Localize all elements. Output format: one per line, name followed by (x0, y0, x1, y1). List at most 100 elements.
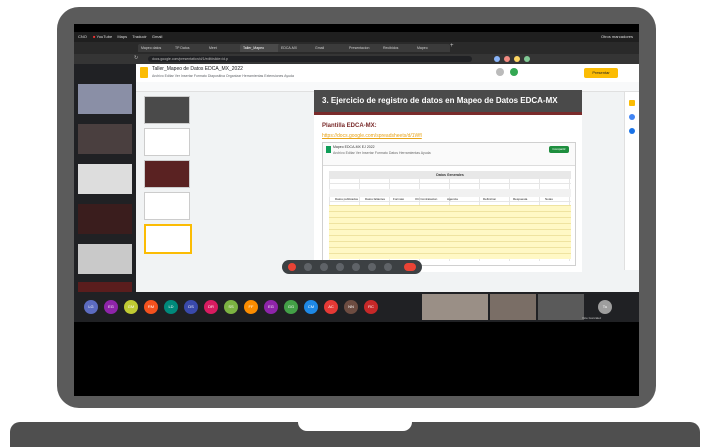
tab-item[interactable]: Mapeo (414, 44, 450, 52)
column-header: Formato (393, 197, 405, 201)
meet-side-panel: Carla Arroyo Gutierrez (74, 64, 136, 309)
bookmark-item[interactable]: YouTube (96, 34, 112, 39)
tasks-icon[interactable] (629, 114, 635, 120)
participant-avatar[interactable]: NN (344, 300, 358, 314)
participant-avatar[interactable]: LG (84, 300, 98, 314)
self-avatar[interactable]: Tu (598, 300, 612, 314)
url-input[interactable]: docs.google.com/presentation/d/1/edit#sl… (148, 56, 472, 62)
mic-off-icon[interactable] (288, 263, 296, 271)
keep-icon[interactable] (629, 100, 635, 106)
tab-item[interactable]: EDCA-MX (278, 44, 314, 52)
current-slide: 3. Ejercicio de registro de datos en Map… (314, 90, 582, 272)
slide-thumbnail[interactable] (78, 164, 132, 194)
presenter-thumbnail[interactable] (78, 84, 132, 114)
laptop-notch (298, 422, 412, 431)
end-call-button[interactable] (404, 263, 416, 271)
self-label: Vice Gonzalez (582, 316, 602, 320)
comment-icon[interactable] (496, 68, 504, 76)
tab-strip: Mapeo datos TP Datos Meet Taller_Mapeo E… (74, 42, 639, 54)
sheet-data-area (329, 205, 571, 259)
column-header: Agencia (447, 197, 458, 201)
bookmark-item[interactable]: Maps (117, 34, 127, 39)
meet-icon[interactable] (510, 68, 518, 76)
participant-avatar[interactable]: RC (364, 300, 378, 314)
side-panel-rail (624, 92, 639, 270)
tab-item[interactable]: Mapeo datos (138, 44, 174, 52)
slide-thumb[interactable] (144, 128, 190, 156)
column-header: Datos publicados (335, 197, 359, 201)
captions-icon[interactable] (336, 263, 344, 271)
tab-item[interactable]: Presentacion (346, 44, 382, 52)
participant-avatar[interactable]: DS (184, 300, 198, 314)
sheet-menu: Archivo Editar Ver Insertar Formato Dato… (333, 151, 431, 155)
tab-item[interactable]: Meet (206, 44, 242, 52)
sheet-band-title: Datos Generales (329, 171, 571, 179)
column-header: Notas (545, 197, 553, 201)
participant-avatar[interactable]: AC (324, 300, 338, 314)
laptop-screen: CNO ■ YouTube Maps Traducir Gmail Otros … (74, 24, 639, 396)
sheet-header: Mapeo EDCA-MX EJ 2022 Archivo Editar Ver… (323, 143, 575, 166)
sheet-title: Mapeo EDCA-MX EJ 2022 (333, 145, 375, 149)
slide-title: 3. Ejercicio de registro de datos en Map… (314, 90, 582, 112)
screen-bottom (74, 322, 639, 396)
participant-avatar[interactable]: RM (144, 300, 158, 314)
new-tab-icon[interactable]: + (450, 43, 454, 49)
column-header: OC Contratacion (415, 197, 438, 201)
title-accent-band (314, 112, 582, 115)
participant-avatar[interactable]: FF (244, 300, 258, 314)
column-header: Datos faltantes (365, 197, 386, 201)
extension-icon[interactable] (504, 56, 510, 62)
contacts-icon[interactable] (629, 128, 635, 134)
camera-icon[interactable] (304, 263, 312, 271)
present-button[interactable]: Presentar (584, 68, 618, 78)
extension-icon[interactable] (514, 56, 520, 62)
address-bar: ↻ docs.google.com/presentation/d/1/edit#… (74, 54, 639, 64)
slide-thumb[interactable] (144, 160, 190, 188)
slide-thumbnail[interactable] (78, 204, 132, 234)
sheet-band (329, 189, 571, 197)
participant-video[interactable] (422, 294, 488, 320)
tab-item[interactable]: TP Datos (172, 44, 208, 52)
slide-thumb-selected[interactable] (144, 224, 192, 254)
participant-avatar[interactable]: GM (124, 300, 138, 314)
column-header: Respuesta (513, 197, 528, 201)
slides-header: Taller_Mapeo de Datos EDCA_MX_2022 Archi… (136, 64, 639, 83)
raise-hand-icon[interactable] (352, 263, 360, 271)
tab-active[interactable]: Taller_Mapeo (240, 44, 280, 52)
slide-thumb[interactable] (144, 192, 190, 220)
slide-thumb[interactable] (144, 96, 190, 124)
participant-video[interactable] (490, 294, 536, 320)
tab-item[interactable]: Recibidos (380, 44, 416, 52)
participant-strip: LG EG GM RM LD DS DR SS FF EG GG CM AC N… (74, 292, 639, 322)
slide-thumbnail[interactable] (78, 124, 132, 154)
extension-icon[interactable] (494, 56, 500, 62)
bookmarks-bar: CNO ■ YouTube Maps Traducir Gmail Otros … (74, 32, 639, 42)
participant-avatar[interactable]: SS (224, 300, 238, 314)
participant-avatar[interactable]: DR (204, 300, 218, 314)
bookmark-other[interactable]: Otros marcadores (601, 32, 633, 42)
column-header: Definicion (483, 197, 497, 201)
present-screen-icon[interactable] (320, 263, 328, 271)
reload-icon[interactable]: ↻ (134, 55, 138, 61)
menu-bar[interactable]: Archivo Editar Ver Insertar Formato Diap… (152, 74, 294, 78)
slide-filmstrip (136, 92, 198, 270)
template-link[interactable]: https://docs.google.com/spreadsheets/d/1… (322, 133, 422, 139)
participant-avatar[interactable]: CM (304, 300, 318, 314)
bookmark-item[interactable]: Gmail (152, 34, 162, 39)
document-title[interactable]: Taller_Mapeo de Datos EDCA_MX_2022 (152, 66, 243, 72)
participant-avatar[interactable]: EG (104, 300, 118, 314)
bookmark-item[interactable]: Traducir (132, 34, 147, 39)
profile-avatar[interactable] (524, 56, 530, 62)
call-controls (282, 260, 422, 274)
participant-avatar[interactable]: EG (264, 300, 278, 314)
spreadsheet-screenshot: Mapeo EDCA-MX EJ 2022 Archivo Editar Ver… (322, 142, 576, 266)
slide-subtitle: Plantilla EDCA-MX: (322, 123, 377, 129)
participant-avatar[interactable]: GG (284, 300, 298, 314)
emoji-icon[interactable] (384, 263, 392, 271)
more-options-icon[interactable] (368, 263, 376, 271)
bookmark-item[interactable]: CNO (78, 34, 87, 39)
participant-video[interactable] (538, 294, 584, 320)
tab-item[interactable]: Gmail (312, 44, 348, 52)
participant-avatar[interactable]: LD (164, 300, 178, 314)
slide-thumbnail[interactable] (78, 244, 132, 274)
